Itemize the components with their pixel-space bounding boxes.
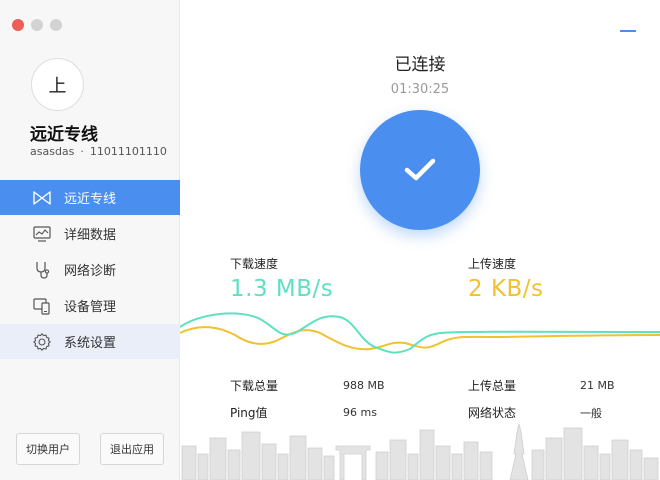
sidebar-item-details[interactable]: 详细数据 [0,216,180,251]
bowtie-icon [32,188,52,208]
download-speed-label: 下载速度 [230,257,279,271]
stat-value: 988 MB [343,379,385,392]
stethoscope-icon [32,260,52,280]
sidebar-actions: 切换用户 退出应用 [16,433,164,465]
app-window: 上 远近专线 asasdas · 11011101110 远近专线 详细数据 网… [0,0,660,480]
connection-timer: 01:30:25 [390,82,450,97]
download-speed-block: 下载速度 1.3 MB/s [230,255,333,302]
connect-button[interactable] [360,110,480,230]
maximize-window-button[interactable] [50,19,62,31]
stat-row: Ping值 96 ms [230,399,385,426]
user-info: asasdas · 11011101110 [30,145,167,158]
city-skyline-illustration [181,424,659,480]
connection-status: 已连接 [394,55,446,75]
stat-value: 一般 [580,406,602,420]
avatar[interactable]: 上 [31,58,84,111]
close-window-button[interactable] [12,19,24,31]
user-id: asasdas [30,145,75,158]
stats-right: 上传总量 21 MB 网络状态 一般 [468,372,615,426]
sidebar: 上 远近专线 asasdas · 11011101110 远近专线 详细数据 网… [0,0,180,480]
stat-value: 21 MB [580,379,615,392]
sidebar-item-label: 远近专线 [64,192,117,207]
switch-user-button[interactable]: 切换用户 [16,433,80,465]
minimize-window-button[interactable] [31,19,43,31]
minimize-icon[interactable] [620,30,636,32]
sidebar-nav: 远近专线 详细数据 网络诊断 设备管理 系统设置 [0,180,180,360]
gear-icon [32,332,52,352]
stat-key: 上传总量 [468,379,517,393]
stat-row: 下载总量 988 MB [230,372,385,399]
window-controls [12,19,62,31]
stat-key: Ping值 [230,406,268,420]
stat-key: 网络状态 [468,406,517,420]
stat-row: 网络状态 一般 [468,399,615,426]
stat-value: 96 ms [343,406,377,419]
upload-speed-block: 上传速度 2 KB/s [468,255,544,302]
sidebar-item-label: 系统设置 [64,336,117,351]
sidebar-item-label: 详细数据 [64,228,117,243]
upload-speed-label: 上传速度 [468,257,517,271]
main-panel: 已连接 01:30:25 下载速度 1.3 MB/s 上传速度 2 KB/s 下… [180,0,660,480]
stat-key: 下载总量 [230,379,279,393]
sidebar-item-diagnosis[interactable]: 网络诊断 [0,252,180,287]
upload-wave-line [180,326,660,351]
sidebar-item-label: 网络诊断 [64,264,117,279]
sidebar-item-devices[interactable]: 设备管理 [0,288,180,323]
user-phone: 11011101110 [89,145,167,158]
monitor-chart-icon [32,224,52,244]
exit-app-button[interactable]: 退出应用 [100,433,164,465]
separator-dot: · [80,145,84,158]
stats-left: 下载总量 988 MB Ping值 96 ms [230,372,385,426]
speed-wave-graph [180,312,660,354]
upload-speed-value: 2 KB/s [468,276,544,302]
sidebar-item-settings[interactable]: 系统设置 [0,324,180,359]
checkmark-icon [404,158,436,181]
user-name: 远近专线 [30,125,98,145]
sidebar-item-line[interactable]: 远近专线 [0,180,180,215]
stat-row: 上传总量 21 MB [468,372,615,399]
download-speed-value: 1.3 MB/s [230,276,334,302]
devices-icon [32,296,52,316]
sidebar-item-label: 设备管理 [64,300,117,315]
